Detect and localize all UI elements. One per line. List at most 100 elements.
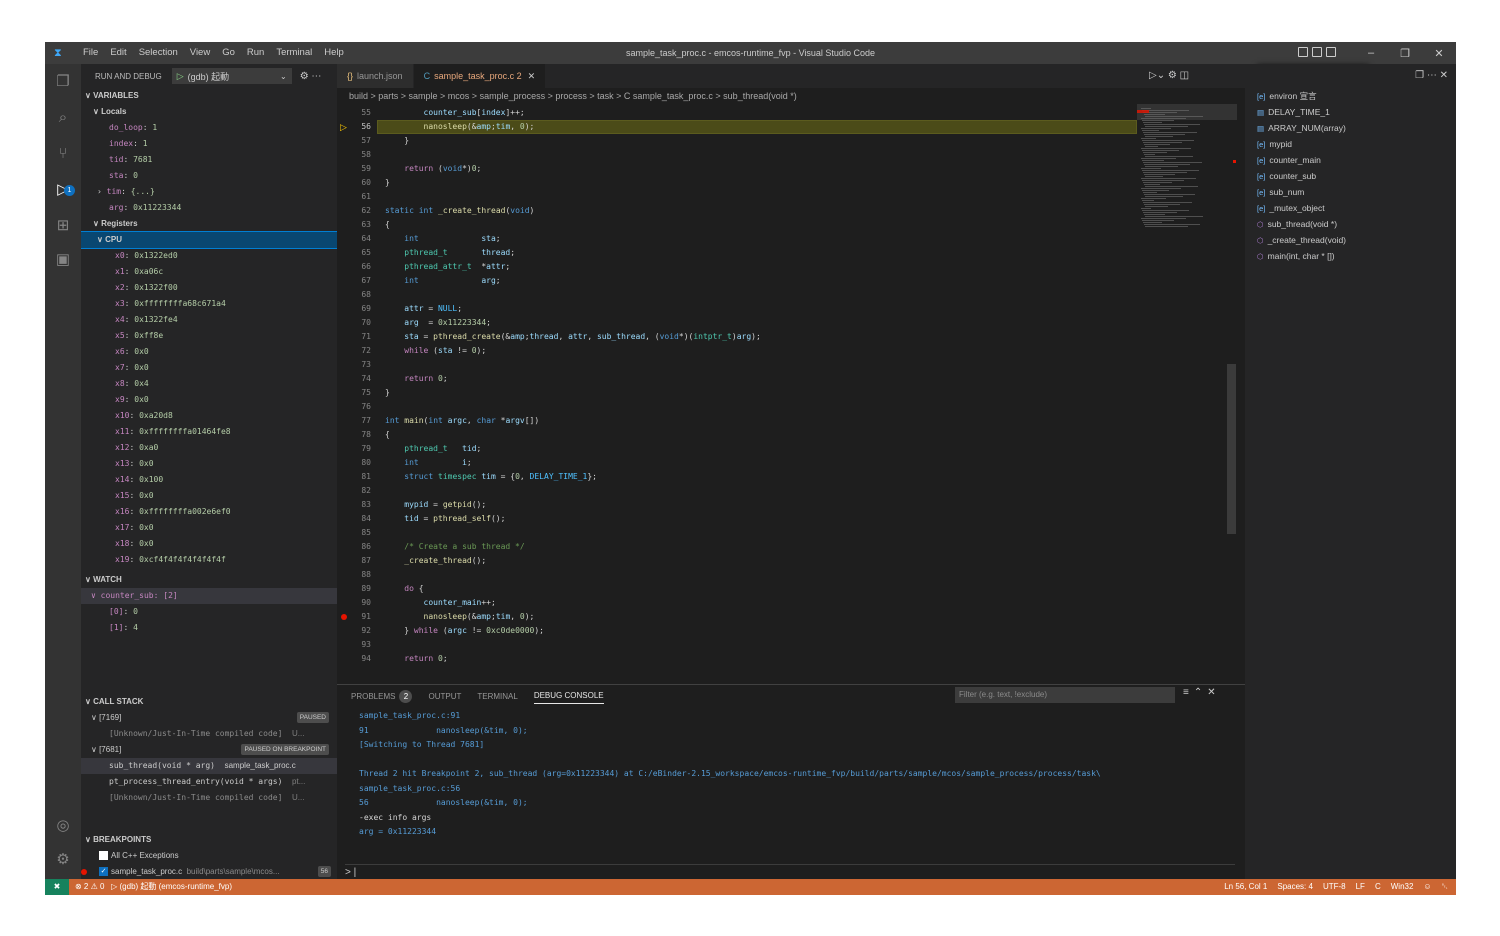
line-number[interactable]: 59 (337, 162, 371, 176)
breakpoints-section-header[interactable]: ∨ BREAKPOINTS (81, 832, 337, 848)
outline-item[interactable]: [e] sub_num (1245, 184, 1456, 200)
code-line[interactable]: nanosleep(&amp;tim, 0); (385, 610, 535, 624)
registers-scope[interactable]: ∨ Registers (81, 216, 337, 232)
code-line[interactable]: counter_sub[index]++; (385, 106, 525, 120)
cursor-position[interactable]: Ln 56, Col 1 (1224, 879, 1267, 895)
line-number[interactable]: 85 (337, 526, 371, 540)
menu-run[interactable]: Run (241, 42, 270, 64)
line-number[interactable]: 55 (337, 106, 371, 120)
line-number[interactable]: 61 (337, 190, 371, 204)
code-line[interactable]: mypid = getpid(); (385, 498, 486, 512)
breakpoint-item[interactable]: ✓ sample_task_proc.c build\parts\sample\m… (81, 864, 337, 879)
local-variable[interactable]: index: 1 (81, 136, 337, 152)
line-number[interactable]: 70 (337, 316, 371, 330)
outline-item[interactable]: ⬡ _create_thread(void) (1245, 232, 1456, 248)
encoding[interactable]: UTF-8 (1323, 879, 1346, 895)
debug-settings-gear-icon[interactable]: ⚙ ⋯ (300, 71, 322, 82)
watch-item[interactable]: [1]: 4 (81, 620, 337, 636)
menu-edit[interactable]: Edit (104, 42, 132, 64)
menu-terminal[interactable]: Terminal (270, 42, 318, 64)
outline-item[interactable]: [e] mypid (1245, 136, 1456, 152)
code-line[interactable]: pthread_attr_t *attr; (385, 260, 510, 274)
register-row[interactable]: x1: 0xa06c (81, 264, 337, 280)
line-number[interactable]: 57 (337, 134, 371, 148)
code-line[interactable]: int main(int argc, char *argv[]) (385, 414, 539, 428)
code-line[interactable]: int sta; (385, 232, 500, 246)
line-number[interactable]: 87 (337, 554, 371, 568)
stack-frame[interactable]: [Unknown/Just-In-Time compiled code] U..… (81, 726, 337, 742)
register-row[interactable]: x7: 0x0 (81, 360, 337, 376)
line-ending[interactable]: LF (1356, 879, 1365, 895)
code-line[interactable]: do { (385, 582, 423, 596)
callstack-section-header[interactable]: ∨ CALL STACK (81, 694, 337, 710)
console-input[interactable]: > | (345, 864, 1235, 880)
warning-count[interactable]: ⚠ 0 (91, 882, 105, 891)
code-line[interactable]: { (385, 428, 390, 442)
code-line[interactable]: static int _create_thread(void) (385, 204, 534, 218)
line-number[interactable]: 68 (337, 288, 371, 302)
tab-launch-json[interactable]: {} launch.json (337, 64, 414, 88)
line-number[interactable]: 84 (337, 512, 371, 526)
line-number[interactable]: 82 (337, 484, 371, 498)
code-line[interactable]: } (385, 386, 390, 400)
code-line[interactable]: return (void*)0; (385, 162, 481, 176)
register-row[interactable]: x0: 0x1322ed0 (81, 248, 337, 264)
code-line[interactable]: { (385, 218, 390, 232)
remote-indicator-icon[interactable]: ✖ (45, 879, 69, 895)
local-variable[interactable]: sta: 0 (81, 168, 337, 184)
close-panel-icon[interactable]: ✕ (1207, 687, 1220, 698)
language-mode[interactable]: C (1375, 879, 1381, 895)
code-line[interactable]: counter_main++; (385, 596, 496, 610)
line-number[interactable]: 89 (337, 582, 371, 596)
search-icon[interactable]: ⌕ (53, 108, 73, 128)
code-line[interactable]: int i; (385, 456, 471, 470)
toggle-secondary-sidebar-icon[interactable] (1326, 47, 1336, 57)
close-outline-icon[interactable]: ✕ (1440, 70, 1448, 81)
console-filter-input[interactable]: Filter (e.g. text, !exclude) (955, 687, 1175, 703)
toggle-sidebar-icon[interactable] (1298, 47, 1308, 57)
register-row[interactable]: x17: 0x0 (81, 520, 337, 536)
register-row[interactable]: x12: 0xa0 (81, 440, 337, 456)
code-line[interactable]: sta = pthread_create(&amp;thread, attr, … (385, 330, 761, 344)
code-line[interactable]: pthread_t thread; (385, 246, 515, 260)
line-number[interactable]: 74 (337, 372, 371, 386)
line-number[interactable]: 63 (337, 218, 371, 232)
line-number[interactable]: 88 (337, 568, 371, 582)
line-number[interactable]: 72 (337, 344, 371, 358)
line-number[interactable]: 83 (337, 498, 371, 512)
line-number[interactable]: 86 (337, 540, 371, 554)
tab-sample-task-proc[interactable]: Csample_task_proc.c 2 ✕ (413, 64, 547, 88)
code-line[interactable]: return 0; (385, 372, 447, 386)
minimize-icon[interactable]: – (1354, 47, 1388, 59)
line-number[interactable]: 91 (337, 610, 371, 624)
extensions-icon[interactable]: ⊞ (53, 216, 73, 236)
line-number[interactable]: 73 (337, 358, 371, 372)
local-variable[interactable]: arg: 0x11223344 (81, 200, 337, 216)
line-number[interactable]: 92 (337, 624, 371, 638)
code-line[interactable]: nanosleep(&amp;tim, 0); (385, 120, 535, 134)
outline-item[interactable]: ⬡ main(int, char * []) (1245, 248, 1456, 264)
line-number[interactable]: 65 (337, 246, 371, 260)
breadcrumb[interactable]: build > parts > sample > mcos > sample_p… (337, 88, 1245, 104)
code-line[interactable]: struct timespec tim = {0, DELAY_TIME_1}; (385, 470, 597, 484)
outline-item[interactable]: ▤ ARRAY_NUM(array) (1245, 120, 1456, 136)
line-number[interactable]: 58 (337, 148, 371, 162)
error-count[interactable]: ⊗ 2 (75, 882, 88, 891)
line-number[interactable]: 62 (337, 204, 371, 218)
stack-frame[interactable]: [Unknown/Just-In-Time compiled code] U..… (81, 790, 337, 806)
line-number[interactable]: 67 (337, 274, 371, 288)
remote-explorer-icon[interactable]: ▣ (53, 250, 73, 270)
outline-item[interactable]: ▤ DELAY_TIME_1 (1245, 104, 1456, 120)
more-actions-icon[interactable]: ⋯ (1427, 70, 1437, 81)
line-number[interactable]: 69 (337, 302, 371, 316)
line-number[interactable]: 75 (337, 386, 371, 400)
manage-gear-icon[interactable]: ⚙ (53, 850, 73, 870)
close-icon[interactable]: ✕ (1422, 47, 1456, 60)
local-variable[interactable]: › tim: {...} (81, 184, 337, 200)
line-number[interactable]: 71 (337, 330, 371, 344)
locals-scope[interactable]: ∨ Locals (81, 104, 337, 120)
variables-section-header[interactable]: ∨ VARIABLES (81, 88, 337, 104)
code-line[interactable]: /* Create a sub thread */ (385, 540, 524, 554)
line-number[interactable]: 81 (337, 470, 371, 484)
line-number[interactable]: 56 (337, 120, 371, 134)
